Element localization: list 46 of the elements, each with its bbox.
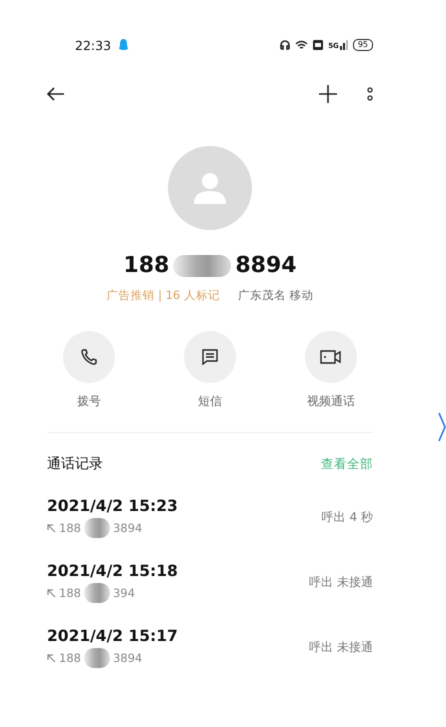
add-icon[interactable] <box>319 85 337 103</box>
number-end: 3894 <box>112 651 142 665</box>
phone-number-end: 8894 <box>235 253 297 278</box>
action-label: 视频通话 <box>307 393 355 410</box>
outgoing-arrow-icon <box>47 654 56 662</box>
message-button[interactable] <box>184 331 236 383</box>
number-location: 广东茂名 移动 <box>238 288 314 303</box>
more-options-icon[interactable] <box>367 87 373 101</box>
spam-tag: 广告推销 | 16 人标记 <box>106 288 220 303</box>
call-button[interactable] <box>63 331 115 383</box>
hd-icon <box>313 40 324 50</box>
call-time: 2021/4/2 15:23 <box>47 497 178 515</box>
number-start: 188 <box>59 521 81 535</box>
person-silhouette-icon <box>193 171 227 205</box>
redaction-blur <box>84 583 110 603</box>
back-arrow-icon[interactable] <box>47 87 65 101</box>
redaction-blur <box>173 254 232 276</box>
redaction-blur <box>84 518 110 538</box>
headphones-icon <box>280 40 290 50</box>
chevron-right-icon[interactable] <box>438 412 446 442</box>
call-status: 呼出 未接通 <box>309 574 373 591</box>
video-button[interactable] <box>305 331 357 383</box>
status-time: 22:33 <box>75 38 112 52</box>
signal-icon <box>340 40 348 50</box>
penguin-icon <box>119 39 128 51</box>
call-time: 2021/4/2 15:18 <box>47 562 178 580</box>
wifi-icon <box>295 40 308 50</box>
outgoing-arrow-icon <box>47 588 56 598</box>
number-end: 3894 <box>112 521 142 535</box>
battery-level: 95 <box>352 39 373 51</box>
call-time: 2021/4/2 15:17 <box>47 627 178 645</box>
call-status: 呼出 未接通 <box>309 639 373 656</box>
number-start: 188 <box>59 651 81 665</box>
number-end: 394 <box>112 586 135 600</box>
action-label: 拨号 <box>77 393 101 410</box>
number-start: 188 <box>59 586 81 600</box>
redaction-blur <box>84 648 110 668</box>
section-title: 通话记录 <box>47 455 103 473</box>
outgoing-arrow-icon <box>47 524 56 532</box>
action-label: 短信 <box>198 393 222 410</box>
call-status: 呼出 4 秒 <box>322 509 373 526</box>
video-camera-icon <box>320 349 342 365</box>
view-all-link[interactable]: 查看全部 <box>321 456 373 472</box>
phone-number-start: 188 <box>123 253 170 278</box>
message-icon <box>201 348 219 366</box>
phone-icon <box>80 348 98 366</box>
